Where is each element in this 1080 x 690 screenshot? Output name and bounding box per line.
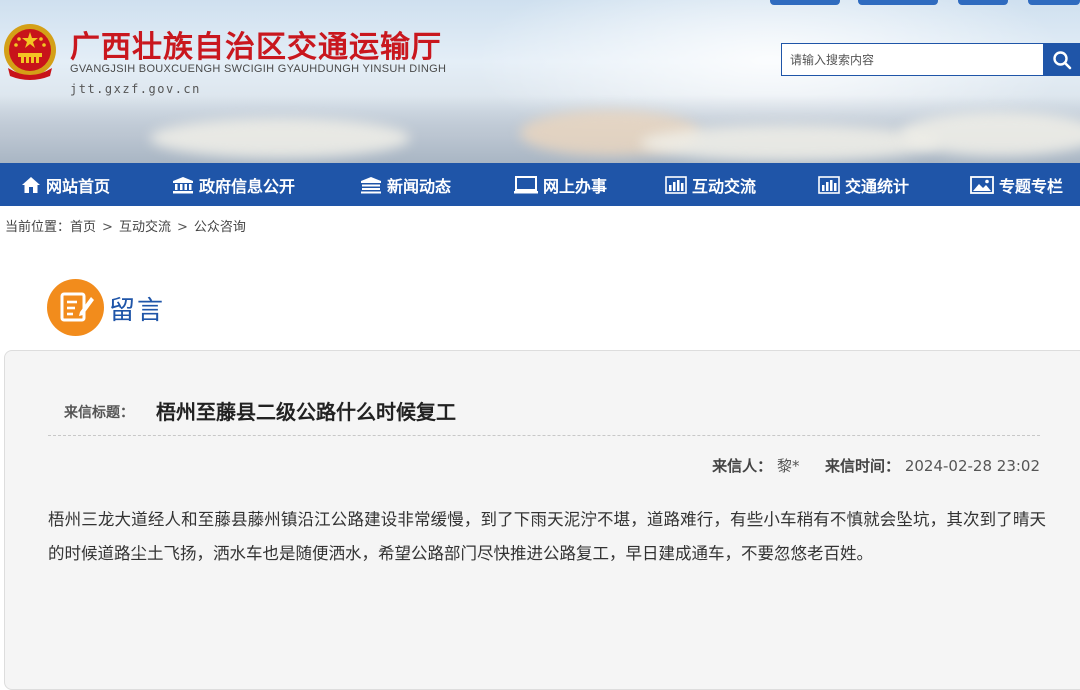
building-icon — [173, 176, 193, 193]
section-title: 留言 — [109, 296, 166, 326]
chart-icon — [665, 175, 687, 194]
message-meta: 来信人： 黎* 来信时间： 2024-02-28 23:02 — [712, 455, 1040, 476]
nav-item-news[interactable]: 新闻动态 — [360, 163, 451, 206]
breadcrumb-interaction[interactable]: 互动交流 — [119, 220, 171, 235]
banner-cloud — [150, 118, 410, 158]
nav-item-interaction[interactable]: 互动交流 — [665, 163, 756, 206]
top-link-tab[interactable] — [1028, 0, 1080, 5]
chart-icon — [818, 175, 840, 194]
nav-item-label: 互动交流 — [692, 176, 757, 196]
time-value: 2024-02-28 23:02 — [904, 457, 1040, 475]
nav-item-label: 新闻动态 — [387, 176, 452, 196]
search-button[interactable] — [1043, 43, 1080, 76]
subject-text: 梧州至藤县二级公路什么时候复工 — [156, 400, 456, 424]
site-pinyin: GVANGJSIH BOUXCUENGH SWCIGIH GYAUHDUNGH … — [70, 63, 447, 75]
national-emblem-icon — [4, 24, 56, 80]
top-link-tab[interactable] — [958, 0, 1008, 5]
nav-item-statistics[interactable]: 交通统计 — [818, 163, 909, 206]
message-body: 梧州三龙大道经人和至藤县藤州镇沿江公路建设非常缓慢，到了下雨天泥泞不堪，道路难行… — [48, 510, 1046, 563]
news-icon — [361, 176, 381, 193]
search-icon — [1052, 50, 1071, 69]
home-icon — [22, 176, 40, 193]
nav-item-home[interactable]: 网站首页 — [21, 163, 110, 206]
top-link-tab[interactable] — [770, 0, 840, 5]
monitor-icon — [514, 175, 538, 193]
divider — [48, 435, 1040, 436]
nav-item-label: 政府信息公开 — [199, 176, 296, 196]
time-label: 来信时间： — [825, 457, 901, 475]
nav-item-label: 专题专栏 — [999, 176, 1064, 196]
nav-item-label: 网上办事 — [543, 176, 608, 196]
sender-value: 黎* — [776, 457, 800, 475]
site-domain: jtt.gxzf.gov.cn — [70, 82, 201, 96]
breadcrumb-separator: > — [102, 220, 113, 235]
breadcrumb-prefix: 当前位置： — [5, 220, 71, 235]
nav-item-gov-info[interactable]: 政府信息公开 — [172, 163, 295, 206]
nav-item-special-topics[interactable]: 专题专栏 — [970, 163, 1063, 206]
banner-cloud — [640, 125, 940, 161]
image-icon — [970, 175, 994, 194]
breadcrumb-public-inquiry[interactable]: 公众咨询 — [194, 220, 246, 235]
top-link-tab[interactable] — [858, 0, 938, 5]
breadcrumb: 当前位置：首页 > 互动交流 > 公众咨询 — [5, 216, 246, 235]
edit-note-icon — [47, 279, 104, 336]
nav-item-label: 网站首页 — [46, 176, 111, 196]
nav-item-online-service[interactable]: 网上办事 — [514, 163, 607, 206]
search-input[interactable] — [782, 44, 1050, 75]
breadcrumb-home[interactable]: 首页 — [70, 220, 96, 235]
header-banner: 广西壮族自治区交通运输厅 GVANGJSIH BOUXCUENGH SWCIGI… — [0, 0, 1080, 163]
site-title[interactable]: 广西壮族自治区交通运输厅 — [70, 22, 442, 66]
search-box — [781, 43, 1080, 76]
sender-label: 来信人： — [712, 457, 773, 475]
nav-item-label: 交通统计 — [845, 176, 910, 196]
main-nav: 网站首页 政府信息公开 新闻动态 网上办事 互动交流 交通统计 专题专栏 — [0, 163, 1080, 206]
breadcrumb-separator: > — [176, 220, 188, 235]
subject-label: 来信标题： — [64, 405, 134, 421]
